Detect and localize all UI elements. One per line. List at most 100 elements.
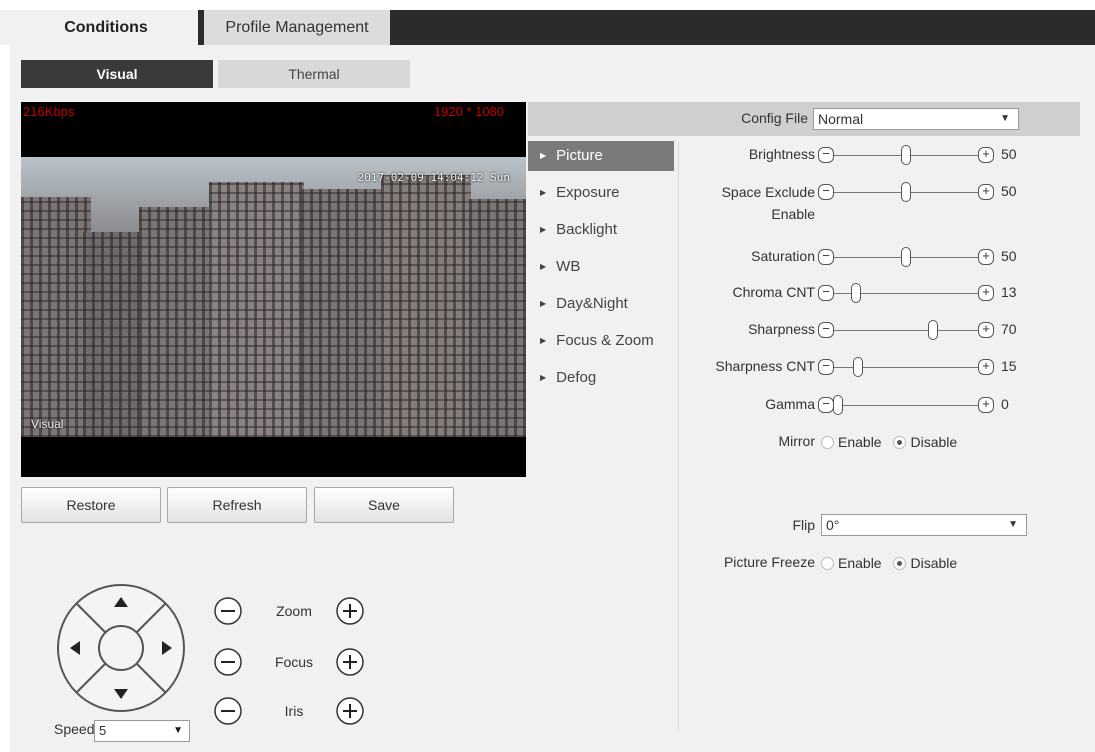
triangle-right-icon: ▶ [540,299,547,308]
picture-freeze-enable-radio[interactable]: Enable [821,555,882,571]
saturation-label: Saturation [751,248,815,264]
minus-icon[interactable]: − [818,285,834,301]
plus-icon[interactable]: + [978,397,994,413]
tab-profile-management[interactable]: Profile Management [198,10,390,45]
menu-item-picture[interactable]: ▶ Picture [528,141,674,171]
zoom-label: Zoom [276,603,312,619]
radio-circle-icon [893,557,907,570]
ptz-direction-pad[interactable] [56,583,186,713]
space-exclude-label: Space Exclude Enable [722,181,815,225]
timestamp-overlay: 2017-02-09 14:04:12 Sun [357,171,510,184]
space-exclude-value: 50 [1001,183,1017,199]
iris-close-button[interactable] [213,696,243,726]
chroma-cnt-slider[interactable]: − + 13 [818,283,1038,303]
chevron-down-icon: ▼ [1000,113,1010,124]
slider-handle[interactable] [901,145,911,165]
radio-label: Disable [910,434,958,450]
menu-item-label: Defog [556,369,597,386]
gamma-slider[interactable]: − + 0 [818,395,1038,415]
brightness-value: 50 [1001,146,1017,162]
minus-icon[interactable]: − [818,397,834,413]
chevron-down-icon: ▼ [1008,519,1018,530]
mirror-enable-radio[interactable]: Enable [821,434,882,450]
speed-label: Speed [54,721,95,737]
zoom-in-button[interactable] [335,596,365,626]
menu-item-label: Backlight [556,221,618,238]
zoom-out-button[interactable] [213,596,243,626]
tab-visual[interactable]: Visual [21,60,213,88]
mirror-label: Mirror [778,433,815,449]
slider-track [834,405,978,406]
menu-item-label: Exposure [556,184,620,201]
slider-handle[interactable] [850,283,861,303]
sharpness-cnt-label: Sharpness CNT [715,358,815,374]
menu-item-label: Picture [556,147,603,164]
mirror-radio-group: Enable Disable [821,434,965,454]
minus-icon[interactable]: − [818,322,834,338]
radio-label: Enable [838,555,882,571]
plus-icon[interactable]: + [978,322,994,338]
focus-far-button[interactable] [335,647,365,677]
slider-handle[interactable] [853,357,864,377]
plus-icon[interactable]: + [978,147,994,163]
resolution-overlay: 1920 * 1080 [433,104,504,119]
minus-icon[interactable]: − [818,184,834,200]
minus-icon[interactable]: − [818,249,834,265]
sharpness-cnt-slider[interactable]: − + 15 [818,357,1038,377]
gamma-value: 0 [1001,396,1009,412]
brightness-slider[interactable]: − + 50 [818,145,1038,165]
menu-item-label: WB [556,258,581,275]
refresh-button[interactable]: Refresh [167,487,307,523]
tab-conditions[interactable]: Conditions [22,10,190,45]
slider-handle[interactable] [833,395,843,415]
top-tab-bar: Conditions Profile Management [0,10,1095,45]
menu-item-wb[interactable]: ▶ WB [528,252,674,282]
camera-image: 2017-02-09 14:04:12 Sun Visual [21,157,526,437]
gamma-label: Gamma [765,396,815,412]
triangle-right-icon: ▶ [540,336,547,345]
slider-handle[interactable] [901,182,911,202]
menu-item-defog[interactable]: ▶ Defog [528,363,674,393]
menu-item-exposure[interactable]: ▶ Exposure [528,178,674,208]
config-file-select[interactable]: Normal ▼ [813,108,1019,130]
radio-label: Disable [910,555,958,571]
speed-select[interactable]: 5 ▼ [94,720,190,742]
chevron-down-icon: ▼ [173,725,183,736]
iris-open-button[interactable] [335,696,365,726]
chroma-cnt-value: 13 [1001,284,1017,300]
tab-thermal[interactable]: Thermal [218,60,410,88]
plus-icon[interactable]: + [978,184,994,200]
menu-item-day-night[interactable]: ▶ Day&Night [528,289,674,319]
mirror-disable-radio[interactable]: Disable [893,434,957,450]
ptz-center-button[interactable] [98,625,144,671]
space-exclude-slider[interactable]: − + 50 [818,182,1038,202]
sharpness-cnt-value: 15 [1001,358,1017,374]
config-file-value: Normal [818,111,864,127]
picture-freeze-disable-radio[interactable]: Disable [893,555,957,571]
minus-icon[interactable]: − [818,359,834,375]
triangle-right-icon: ▶ [540,188,547,197]
save-button[interactable]: Save [314,487,454,523]
slider-handle[interactable] [928,320,939,340]
saturation-value: 50 [1001,248,1017,264]
restore-button[interactable]: Restore [21,487,161,523]
conditions-panel: Visual Thermal 216Kbps 1920 * 1080 2017-… [10,45,1095,752]
menu-item-label: Focus & Zoom [556,332,654,349]
radio-label: Enable [838,434,882,450]
menu-item-backlight[interactable]: ▶ Backlight [528,215,674,245]
plus-icon[interactable]: + [978,359,994,375]
space-exclude-label-line1: Space Exclude [721,184,815,200]
bitrate-overlay: 216Kbps [23,104,75,119]
plus-icon[interactable]: + [978,285,994,301]
sharpness-slider[interactable]: − + 70 [818,320,1038,340]
flip-select[interactable]: 0° ▼ [821,514,1027,536]
menu-divider [678,142,679,732]
slider-handle[interactable] [901,247,911,267]
minus-icon[interactable]: − [818,147,834,163]
focus-near-button[interactable] [213,647,243,677]
focus-label: Focus [274,654,314,670]
plus-icon[interactable]: + [978,249,994,265]
menu-item-focus-zoom[interactable]: ▶ Focus & Zoom [528,326,674,356]
saturation-slider[interactable]: − + 50 [818,247,1038,267]
flip-label: Flip [792,517,815,533]
